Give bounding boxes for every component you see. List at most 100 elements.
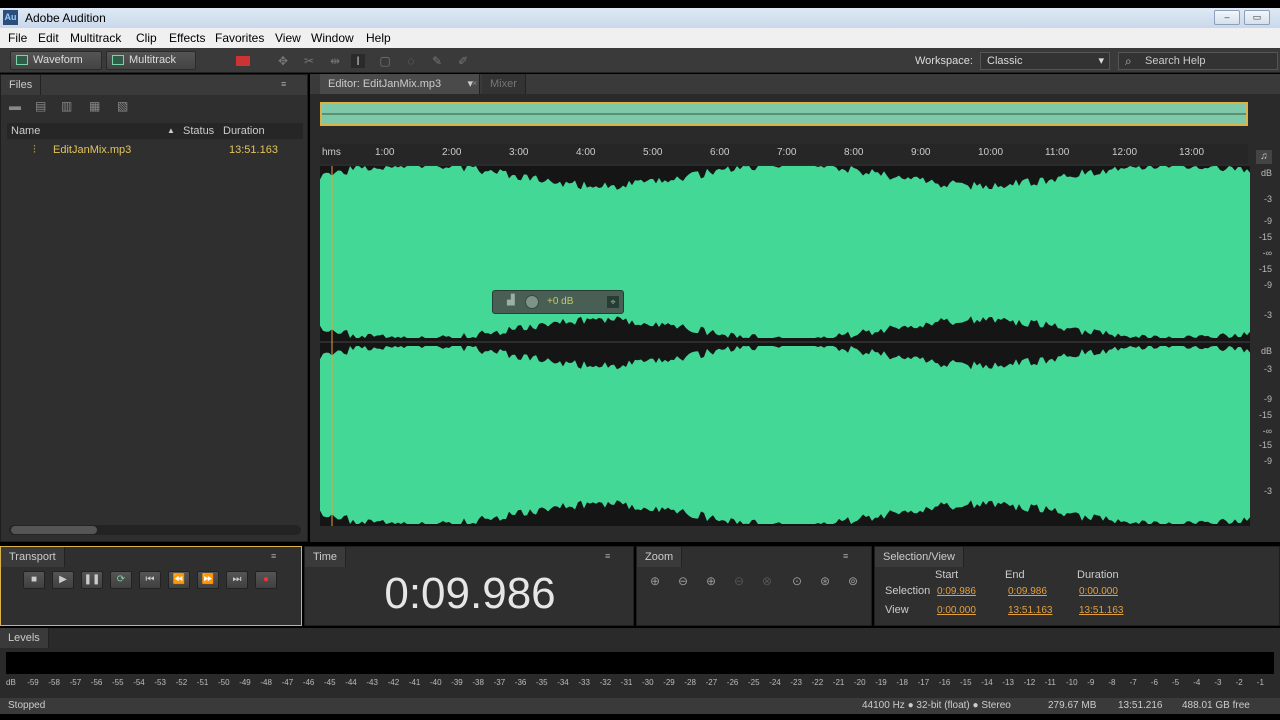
level-scale-label: -50 [218, 678, 230, 687]
level-scale-label: -14 [981, 678, 993, 687]
slip-tool-icon[interactable]: ⇹ [328, 54, 342, 68]
rewind-button[interactable]: ⏪ [168, 571, 190, 589]
level-scale-label: -20 [854, 678, 866, 687]
files-panel-header: Files ≡ [1, 75, 307, 95]
editor-tab-label: Editor: EditJanMix.mp3 [328, 78, 442, 90]
maximize-button[interactable]: ▭ [1244, 10, 1270, 25]
fast-forward-button[interactable]: ⏩ [197, 571, 219, 589]
menu-clip[interactable]: Clip [136, 31, 157, 45]
workspace-select[interactable]: Classic ▾ [980, 52, 1110, 70]
waveform-overview[interactable] [320, 102, 1248, 126]
razor-tool-icon[interactable]: ✂ [302, 54, 316, 68]
menu-file[interactable]: File [8, 31, 27, 45]
pause-button[interactable]: ❚❚ [81, 571, 103, 589]
tab-transport[interactable]: Transport [1, 547, 65, 567]
lasso-tool-icon[interactable]: ◌ [404, 54, 418, 68]
time-ruler[interactable]: hms 1:00 2:00 3:00 4:00 5:00 6:00 7:00 8:00 9:00 1… [320, 144, 1248, 164]
stop-button[interactable]: ■ [23, 571, 45, 589]
zoom-out-time-icon[interactable]: ⊖ [731, 573, 747, 589]
selection-end[interactable]: 0:09.986 [1008, 586, 1047, 597]
audio-format: 44100 Hz ● 32-bit (float) ● Stereo [862, 700, 1011, 711]
move-to-end-button[interactable]: ⏭ [226, 571, 248, 589]
tab-files[interactable]: Files [1, 75, 42, 95]
tab-time[interactable]: Time [305, 547, 347, 567]
close-tab-icon[interactable]: × [472, 78, 477, 88]
volume-knob[interactable] [525, 295, 539, 309]
tab-levels[interactable]: Levels [0, 628, 49, 648]
level-scale-label: -17 [917, 678, 930, 687]
selection-start[interactable]: 0:09.986 [937, 586, 976, 597]
record-mode-icon[interactable] [236, 56, 250, 66]
open-file-icon[interactable]: ▬ [9, 99, 25, 115]
db-scale-label: -9 [1263, 216, 1272, 226]
zoom-in-point-icon[interactable]: ⊛ [817, 573, 833, 589]
spot-healing-icon[interactable]: ✐ [456, 54, 470, 68]
view-duration[interactable]: 13:51.163 [1079, 605, 1124, 616]
loop-button[interactable]: ⟳ [110, 571, 132, 589]
headphones-icon[interactable]: ♫ [1256, 150, 1272, 164]
ruler-tick-label: hms [322, 147, 341, 158]
db-scale-label: -15 [1258, 232, 1272, 242]
level-scale-label: -55 [112, 678, 124, 687]
waveform-display[interactable]: ▟ +0 dB ⌖ [320, 166, 1250, 526]
file-duration-status: 13:51.216 [1118, 700, 1163, 711]
level-scale-label: -10 [1066, 678, 1078, 687]
scroll-thumb[interactable] [11, 526, 97, 534]
time-display: 0:09.986 [384, 569, 556, 618]
move-tool-icon[interactable]: ✥ [276, 54, 290, 68]
menu-edit[interactable]: Edit [38, 31, 59, 45]
files-horizontal-scrollbar[interactable] [9, 525, 301, 535]
tab-zoom[interactable]: Zoom [637, 547, 683, 567]
marquee-tool-icon[interactable]: ▢ [378, 54, 392, 68]
volume-hud[interactable]: ▟ +0 dB ⌖ [492, 290, 624, 314]
menu-window[interactable]: Window [311, 31, 354, 45]
pin-icon[interactable]: ⌖ [607, 296, 619, 308]
search-help-input[interactable]: ⌕ Search Help [1118, 52, 1278, 70]
zoom-out-amplitude-icon[interactable]: ⊖ [675, 573, 691, 589]
zoom-selection-icon[interactable]: ⊙ [789, 573, 805, 589]
level-scale-label: -13 [1002, 678, 1014, 687]
time-selection-tool-icon[interactable]: I [351, 54, 365, 68]
close-file-icon[interactable]: ▦ [89, 99, 105, 115]
play-button[interactable]: ▶ [52, 571, 74, 589]
panel-menu-icon[interactable]: ≡ [843, 552, 855, 561]
col-duration[interactable]: Duration [223, 123, 265, 139]
tab-selection-view[interactable]: Selection/View [875, 547, 964, 567]
zoom-in-amplitude-icon[interactable]: ⊕ [647, 573, 663, 589]
record-button[interactable]: ● [255, 571, 277, 589]
brush-tool-icon[interactable]: ✎ [430, 54, 444, 68]
tab-editor[interactable]: Editor: EditJanMix.mp3 ▾ [320, 74, 480, 94]
view-end[interactable]: 13:51.163 [1008, 605, 1053, 616]
minimize-button[interactable]: – [1214, 10, 1240, 25]
selection-label: Selection [885, 585, 931, 597]
transport-panel: Transport ≡ ■ ▶ ❚❚ ⟳ ⏮ ⏪ ⏩ ⏭ ● [0, 546, 302, 626]
insert-icon[interactable]: ▥ [61, 99, 77, 115]
level-scale-label: -21 [832, 678, 845, 687]
menu-help[interactable]: Help [366, 31, 391, 45]
col-status[interactable]: Status [183, 123, 214, 139]
header-duration: Duration [1077, 569, 1119, 581]
move-to-start-button[interactable]: ⏮ [139, 571, 161, 589]
level-scale-label: -46 [302, 678, 315, 687]
tab-mixer[interactable]: Mixer [482, 74, 526, 94]
waveform-view-button[interactable]: Waveform [10, 51, 102, 70]
panel-menu-icon[interactable]: ≡ [271, 552, 283, 561]
panel-menu-icon[interactable]: ≡ [605, 552, 617, 561]
import-file-icon[interactable]: ▤ [35, 99, 51, 115]
panel-menu-icon[interactable]: ≡ [281, 80, 293, 89]
menu-multitrack[interactable]: Multitrack [70, 31, 121, 45]
db-scale-label: -3 [1263, 486, 1272, 496]
selection-duration[interactable]: 0:00.000 [1079, 586, 1118, 597]
view-start[interactable]: 0:00.000 [937, 605, 976, 616]
menu-effects[interactable]: Effects [169, 31, 205, 45]
ruler-tick-label: 4:00 [576, 147, 596, 158]
zoom-in-time-icon[interactable]: ⊕ [703, 573, 719, 589]
zoom-out-point-icon[interactable]: ⊚ [845, 573, 861, 589]
file-row[interactable]: ⫶ EditJanMix.mp3 13:51.163 [7, 141, 303, 159]
menu-view[interactable]: View [275, 31, 301, 45]
delete-file-icon[interactable]: ▧ [117, 99, 133, 115]
menu-favorites[interactable]: Favorites [215, 31, 264, 45]
multitrack-view-button[interactable]: Multitrack [106, 51, 196, 70]
col-name[interactable]: Name [11, 123, 40, 139]
zoom-full-icon[interactable]: ⊗ [759, 573, 775, 589]
